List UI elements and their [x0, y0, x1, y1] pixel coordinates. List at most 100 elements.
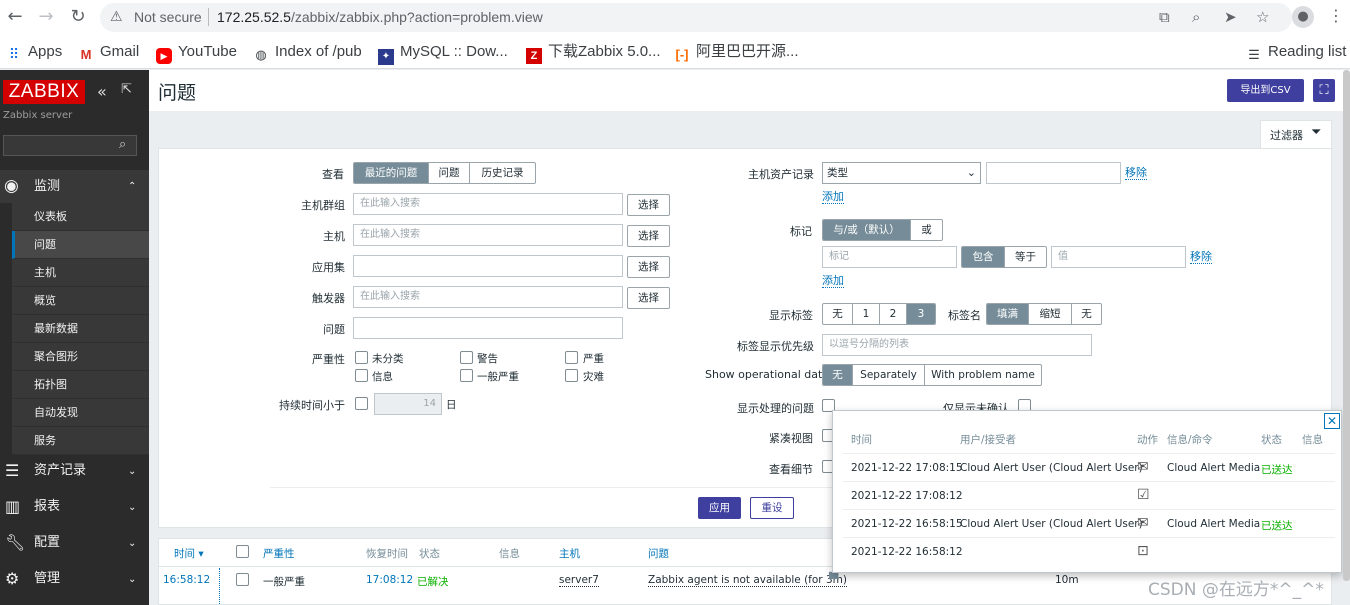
- zabbix-logo[interactable]: ZABBIX: [3, 80, 85, 104]
- triggers-input[interactable]: 在此输入搜索: [353, 286, 623, 308]
- hosts-select-button[interactable]: 选择: [627, 225, 670, 247]
- menu-configuration[interactable]: 🔧︎ 配置 ⌄: [0, 525, 149, 561]
- submenu-screens[interactable]: 聚合图形: [12, 343, 149, 371]
- bookmark-index-pub[interactable]: ◍ Index of /pub: [253, 43, 361, 62]
- bookmark-aliyun[interactable]: [-] 阿里巴巴开源...: [674, 43, 799, 62]
- menu-monitoring[interactable]: ◉ 监测 ⌃: [0, 170, 149, 203]
- fullscreen-icon[interactable]: ⛶: [1313, 79, 1335, 102]
- severity-average-checkbox[interactable]: [460, 369, 473, 382]
- severity-warning-checkbox[interactable]: [460, 351, 473, 364]
- kebab-menu-icon[interactable]: ⋮: [1328, 6, 1344, 25]
- host-groups-select-button[interactable]: 选择: [627, 194, 670, 216]
- inventory-value-input[interactable]: [986, 162, 1121, 184]
- view-problems[interactable]: 问题: [429, 163, 470, 183]
- zoom-icon[interactable]: ⌕: [1192, 8, 1200, 26]
- tag-name-full[interactable]: 填满: [987, 304, 1029, 324]
- bookmark-gmail[interactable]: M Gmail: [78, 43, 140, 62]
- sidebar-search-input[interactable]: [3, 135, 137, 156]
- collapse-sidebar-icon[interactable]: «: [97, 82, 107, 101]
- show-tags-2[interactable]: 2: [880, 304, 907, 324]
- col-problem[interactable]: 问题: [648, 546, 669, 561]
- submenu-hosts[interactable]: 主机: [12, 259, 149, 287]
- inventory-remove-link[interactable]: 移除: [1125, 167, 1147, 180]
- application-select-button[interactable]: 选择: [627, 256, 670, 278]
- bookmark-zabbix[interactable]: Z 下载Zabbix 5.0...: [526, 43, 661, 64]
- row-host-link[interactable]: server7: [559, 574, 599, 587]
- triggers-select-button[interactable]: 选择: [627, 287, 670, 309]
- tag-remove-link[interactable]: 移除: [1190, 251, 1212, 264]
- close-icon[interactable]: ✕: [1324, 413, 1340, 429]
- tag-priority-input[interactable]: 以逗号分隔的列表: [822, 334, 1092, 356]
- inventory-field-select[interactable]: 类型 ⌄: [822, 162, 981, 184]
- tag-add-link[interactable]: 添加: [822, 275, 844, 288]
- hide-sidebar-icon[interactable]: ⇱: [121, 82, 132, 97]
- filter-tab[interactable]: 过滤器 ⏷: [1260, 120, 1332, 149]
- row-problem-link[interactable]: Zabbix agent is not available (for 3m): [648, 574, 847, 587]
- row-time-link[interactable]: 16:58:12: [163, 574, 210, 586]
- scrollbar[interactable]: [1343, 70, 1350, 581]
- problem-input[interactable]: [353, 317, 623, 339]
- row-checkbox[interactable]: [236, 573, 249, 586]
- reset-button[interactable]: 重设: [750, 497, 794, 519]
- back-arrow-icon[interactable]: ←: [4, 6, 26, 28]
- view-recent-problems[interactable]: 最近的问题: [354, 163, 429, 183]
- tag-name-none[interactable]: 无: [1072, 304, 1101, 324]
- profile-avatar-icon[interactable]: ●: [1292, 6, 1314, 28]
- host-groups-input[interactable]: 在此输入搜索: [353, 193, 623, 215]
- age-days-input[interactable]: 14: [374, 393, 442, 415]
- menu-administration[interactable]: ⚙ 管理 ⌄: [0, 561, 149, 597]
- submenu-services[interactable]: 服务: [12, 427, 149, 455]
- address-bar[interactable]: ⚠ Not secure 172.25.52.5/zabbix/zabbix.p…: [100, 3, 1292, 32]
- submenu-problems[interactable]: 问题: [12, 231, 149, 259]
- bookmark-mysql[interactable]: ✦ MySQL :: Dow...: [378, 43, 508, 65]
- submenu-overview[interactable]: 概览: [12, 287, 149, 315]
- severity-not-classified-checkbox[interactable]: [355, 351, 368, 364]
- op-data-none[interactable]: 无: [823, 365, 853, 385]
- severity-disaster-checkbox[interactable]: [565, 369, 578, 382]
- reload-icon[interactable]: ↻: [67, 6, 89, 28]
- severity-high-checkbox[interactable]: [565, 351, 578, 364]
- submenu-discovery[interactable]: 自动发现: [12, 399, 149, 427]
- translate-icon[interactable]: ⧉: [1159, 8, 1170, 26]
- col-host[interactable]: 主机: [559, 546, 580, 561]
- op-data-separately[interactable]: Separately: [853, 365, 925, 385]
- show-tags-3[interactable]: 3: [907, 304, 935, 324]
- apply-button[interactable]: 应用: [698, 497, 741, 519]
- submenu-maps[interactable]: 拓扑图: [12, 371, 149, 399]
- submenu-latest-data[interactable]: 最新数据: [12, 315, 149, 343]
- severity-information-checkbox[interactable]: [355, 369, 368, 382]
- age-checkbox[interactable]: [355, 397, 368, 410]
- bookmark-apps[interactable]: ⠿ Apps: [6, 43, 62, 62]
- star-icon[interactable]: ☆: [1256, 8, 1269, 26]
- send-icon[interactable]: ➤: [1224, 8, 1237, 26]
- tag-value-input[interactable]: 值: [1051, 246, 1186, 268]
- hosts-input[interactable]: 在此输入搜索: [353, 224, 623, 246]
- tag-name-input[interactable]: 标记: [822, 246, 957, 268]
- bookmark-youtube[interactable]: ▶ YouTube: [156, 43, 237, 64]
- tag-name-short[interactable]: 缩短: [1029, 304, 1072, 324]
- row-severity: 一般严重: [263, 576, 305, 588]
- reading-list[interactable]: ☰ Reading list: [1246, 43, 1346, 62]
- show-tags-none[interactable]: 无: [823, 304, 853, 324]
- comment-icon[interactable]: ▀: [829, 572, 838, 586]
- export-csv-button[interactable]: 导出到CSV: [1227, 79, 1304, 102]
- application-input[interactable]: [353, 255, 623, 277]
- select-all-checkbox[interactable]: [236, 545, 249, 558]
- op-data-with-name[interactable]: With problem name: [925, 365, 1041, 385]
- tag-contains[interactable]: 包含: [962, 247, 1005, 267]
- tags-or[interactable]: 或: [911, 220, 942, 240]
- forward-arrow-icon[interactable]: →: [35, 6, 57, 28]
- menu-reports[interactable]: ▥ 报表 ⌄: [0, 489, 149, 525]
- submenu-dashboard[interactable]: 仪表板: [12, 203, 149, 231]
- view-history[interactable]: 历史记录: [470, 163, 535, 183]
- tag-equals[interactable]: 等于: [1005, 247, 1046, 267]
- inventory-add-link[interactable]: 添加: [822, 191, 844, 204]
- show-tags-1[interactable]: 1: [853, 304, 880, 324]
- col-time[interactable]: 时间 ▾: [174, 546, 204, 561]
- search-icon[interactable]: ⌕: [119, 137, 126, 152]
- tags-evaltype-switch: 与/或（默认） 或: [822, 219, 943, 241]
- menu-inventory[interactable]: ☰ 资产记录 ⌄: [0, 453, 149, 489]
- row-recovery-time[interactable]: 17:08:12: [366, 574, 413, 586]
- col-severity[interactable]: 严重性: [263, 546, 295, 561]
- tags-and-or[interactable]: 与/或（默认）: [823, 220, 911, 240]
